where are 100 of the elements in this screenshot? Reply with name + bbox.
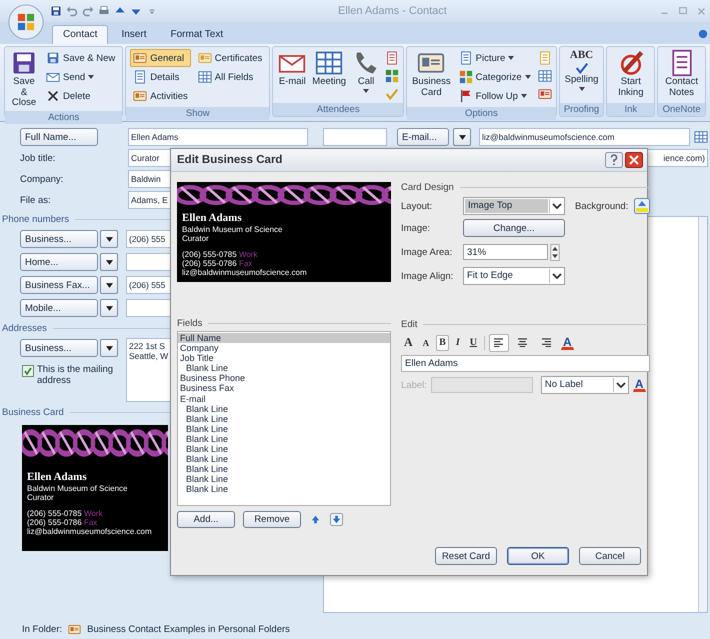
change-button[interactable]: Change... <box>463 219 565 237</box>
field-label: Image Area: <box>401 246 454 258</box>
align-icon <box>541 338 552 347</box>
list-item[interactable]: Business Fax <box>178 383 390 394</box>
section-heading: Business Card <box>2 407 64 418</box>
list-item[interactable]: Company <box>178 343 390 354</box>
label-select[interactable]: No Label <box>540 376 629 394</box>
ribbon-button[interactable]: Certificates <box>194 49 266 67</box>
ribbon-button[interactable]: Follow Up <box>456 87 534 105</box>
spinner-icon[interactable] <box>550 244 560 260</box>
ribbon-tab[interactable]: Format Text <box>159 25 234 44</box>
list-item[interactable]: Blank Line <box>178 464 390 474</box>
redo-icon[interactable] <box>82 5 94 17</box>
ribbon-button[interactable]: Call <box>351 49 382 101</box>
ribbon-button[interactable]: Start Inking <box>611 49 650 101</box>
phone-type-button[interactable]: Mobile... <box>20 299 98 317</box>
ribbon-button[interactable]: Business Card <box>411 49 452 105</box>
card-company: Baldwin Museum of Science <box>27 484 128 494</box>
ribbon-button[interactable]: Picture <box>456 49 534 67</box>
move-down-icon[interactable] <box>330 513 343 526</box>
email-button[interactable]: E-mail... <box>397 128 449 146</box>
ribbon-button[interactable]: Activities <box>130 87 191 105</box>
email-field[interactable]: liz@baldwinmuseumofscience.com <box>479 128 690 146</box>
list-item[interactable]: Business Phone <box>178 373 390 384</box>
caret-icon <box>106 306 112 310</box>
address-type-button[interactable]: Business... <box>20 339 98 357</box>
ribbon-button[interactable]: Send <box>43 68 118 86</box>
style-button[interactable]: I <box>452 334 463 350</box>
style-button[interactable]: U <box>466 334 480 350</box>
ribbon-button[interactable]: All Fields <box>194 68 266 86</box>
list-item[interactable]: E-mail <box>178 394 390 404</box>
phone-type-button[interactable]: Business... <box>20 230 98 248</box>
dropdown-button[interactable] <box>100 299 118 317</box>
dropdown-button[interactable] <box>453 128 471 146</box>
list-item[interactable]: Blank Line <box>178 474 390 484</box>
image-area-field[interactable]: 31% <box>463 244 548 260</box>
checkbox[interactable] <box>22 365 34 377</box>
align-button[interactable] <box>488 334 509 352</box>
fields-list[interactable]: Full Name Company Job Title Blank Line Business Phone Business Fax E-mail Blank Line Blank Line Blank Line Blank Line Blank Line Blank Line Blank Line Blank Line Blank Line <box>177 331 391 506</box>
list-item[interactable]: Blank Line <box>178 484 390 494</box>
list-item[interactable]: Blank Line <box>178 444 390 454</box>
text-field[interactable] <box>323 128 387 146</box>
list-item[interactable]: Blank Line <box>178 363 390 374</box>
image-align-select[interactable]: Fit to Edge <box>463 267 565 285</box>
print-icon[interactable] <box>98 5 110 17</box>
scrollbar[interactable] <box>698 217 707 612</box>
remove-button[interactable]: Remove <box>243 511 301 528</box>
save-icon[interactable] <box>50 5 62 17</box>
list-item[interactable]: Full Name <box>178 333 390 344</box>
edit-field[interactable]: Ellen Adams <box>401 355 650 372</box>
ribbon-button[interactable]: Details <box>130 68 191 86</box>
phone-type-button[interactable]: Home... <box>20 253 98 271</box>
dropdown-button[interactable] <box>100 253 118 271</box>
label-color-button[interactable]: A <box>632 378 646 392</box>
style-button[interactable]: B <box>436 334 449 350</box>
ribbon-button[interactable]: Contact Notes <box>662 49 701 101</box>
dialog-button[interactable]: Reset Card <box>434 547 497 565</box>
label-field[interactable] <box>430 377 533 393</box>
caret-icon <box>106 236 112 242</box>
full-name-button[interactable]: Full Name... <box>20 128 98 146</box>
list-item[interactable]: Blank Line <box>178 414 390 424</box>
phone-type-button[interactable]: Business Fax... <box>20 276 98 294</box>
dialog-button[interactable]: OK <box>507 547 569 565</box>
ribbon-button[interactable]: Meeting <box>311 49 348 101</box>
card-name: Ellen Adams <box>27 471 88 484</box>
list-item[interactable]: Blank Line <box>178 434 390 444</box>
group-label: Options <box>407 107 556 120</box>
name-field[interactable]: Ellen Adams <box>128 128 308 146</box>
ribbon-tab[interactable]: Contact <box>52 25 108 44</box>
paint-bucket-icon[interactable] <box>634 198 650 214</box>
font-size-button[interactable]: A <box>401 334 416 350</box>
card-phone: (206) 555-0786 Fax <box>182 258 254 268</box>
ribbon-tab[interactable]: Insert <box>110 25 158 44</box>
move-up-icon[interactable] <box>309 513 322 526</box>
list-item[interactable]: Blank Line <box>178 424 390 434</box>
font-color-button[interactable]: A <box>560 336 574 350</box>
address-line: 222 1st S <box>129 341 165 351</box>
layout-select[interactable]: Image Top <box>463 197 565 215</box>
list-item[interactable]: Blank Line <box>178 454 390 464</box>
font-size-button[interactable]: A <box>420 334 432 350</box>
ribbon-button[interactable]: Save & New <box>43 49 118 67</box>
close-icon[interactable] <box>625 152 643 168</box>
ribbon-button[interactable]: E-mail <box>277 49 308 101</box>
list-item[interactable]: Blank Line <box>178 404 390 414</box>
caret-icon <box>612 378 628 392</box>
undo-icon[interactable] <box>66 5 78 17</box>
ribbon-button[interactable]: Delete <box>43 87 118 105</box>
ribbon-button[interactable]: ABC Spelling <box>564 49 600 101</box>
dropdown-button[interactable] <box>100 276 118 294</box>
ribbon-button[interactable]: Categorize <box>456 68 534 86</box>
add-button[interactable]: Add... <box>177 511 235 528</box>
dropdown-button[interactable] <box>100 339 118 357</box>
dialog-button[interactable]: Cancel <box>579 547 641 565</box>
list-item[interactable]: Job Title <box>178 353 390 364</box>
card-icon <box>133 51 148 65</box>
dropdown-button[interactable] <box>100 230 118 248</box>
ribbon-button[interactable]: General <box>130 49 191 67</box>
ribbon-button[interactable]: Save & Close <box>9 49 39 108</box>
card-icon[interactable] <box>538 87 552 101</box>
page-icon[interactable] <box>385 51 400 65</box>
